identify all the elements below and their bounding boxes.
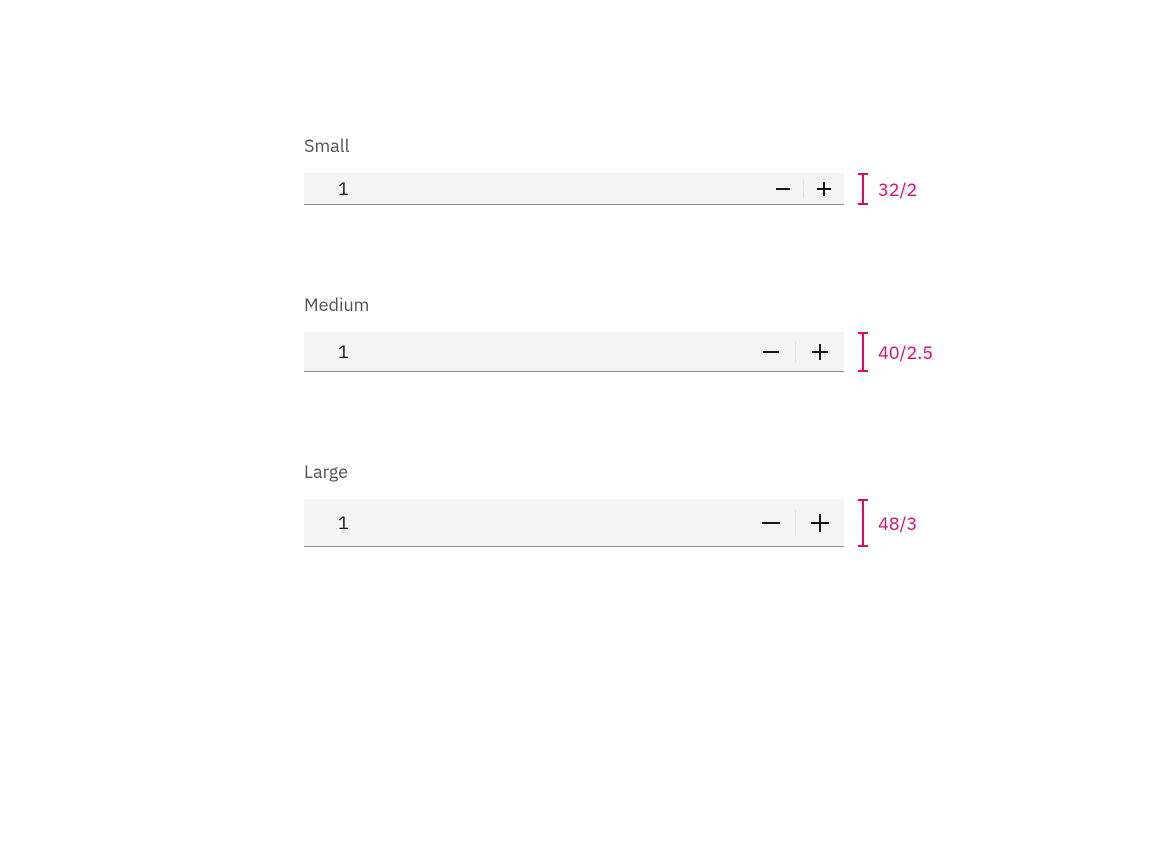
row-small: Small 32/2 [304, 134, 904, 205]
number-input-large [304, 499, 844, 547]
controls-medium [747, 332, 844, 371]
number-input-medium [304, 332, 844, 372]
controls-small [763, 173, 844, 204]
spec-text-small: 32/2 [878, 178, 917, 201]
plus-icon [817, 182, 831, 196]
label-medium: Medium [304, 293, 904, 316]
bracket-icon [858, 499, 868, 547]
number-value-small[interactable] [304, 173, 763, 204]
decrement-button-small[interactable] [763, 173, 803, 204]
number-input-small [304, 173, 844, 205]
number-value-large[interactable] [304, 499, 747, 546]
spec-text-large: 48/3 [878, 512, 917, 535]
size-variants: Small 32/2 Medium [304, 134, 904, 547]
decrement-button-large[interactable] [747, 499, 795, 546]
minus-icon [762, 522, 780, 524]
increment-button-large[interactable] [796, 499, 844, 546]
spec-annotation-medium: 40/2.5 [858, 332, 933, 372]
spec-annotation-large: 48/3 [858, 499, 917, 547]
row-large: Large 48/3 [304, 460, 904, 547]
spec-annotation-small: 32/2 [858, 173, 917, 205]
plus-icon [811, 514, 829, 532]
minus-icon [776, 188, 790, 190]
bracket-icon [858, 332, 868, 372]
row-medium: Medium 40/2.5 [304, 293, 904, 372]
label-large: Large [304, 460, 904, 483]
number-value-medium[interactable] [304, 332, 747, 371]
increment-button-medium[interactable] [796, 332, 844, 371]
plus-icon [812, 344, 828, 360]
bracket-icon [858, 173, 868, 205]
increment-button-small[interactable] [804, 173, 844, 204]
controls-large [747, 499, 844, 546]
minus-icon [763, 351, 779, 353]
label-small: Small [304, 134, 904, 157]
spec-text-medium: 40/2.5 [878, 341, 933, 364]
decrement-button-medium[interactable] [747, 332, 795, 371]
